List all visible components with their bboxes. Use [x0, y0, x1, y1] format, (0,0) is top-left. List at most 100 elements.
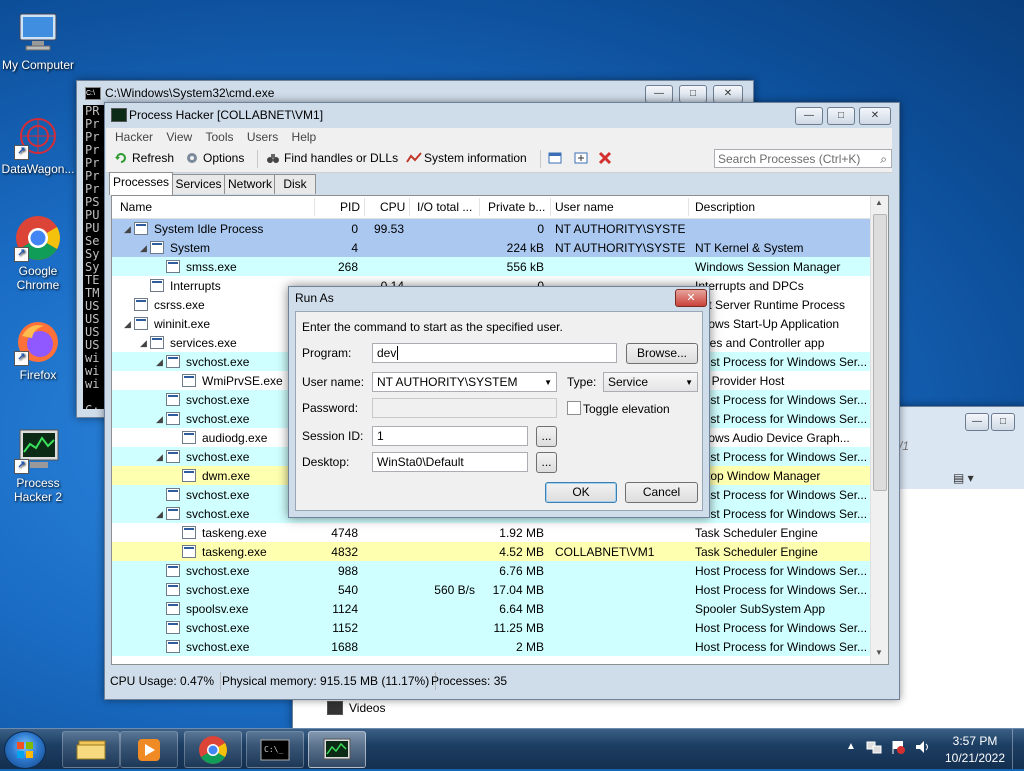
column-name[interactable]: Name	[120, 200, 152, 214]
expand-arrow-icon[interactable]: ◢	[156, 452, 163, 463]
taskbar-cmd[interactable]: C:\_	[246, 731, 304, 768]
table-row[interactable]: svchost.exe 1152 11.25 MB Host Process for …	[112, 618, 870, 637]
column-pid[interactable]: PID	[340, 200, 360, 214]
maximize-button[interactable]: □	[991, 413, 1015, 431]
program-input[interactable]: dev	[372, 343, 617, 363]
table-row[interactable]: svchost.exe 540 560 B/s 17.04 MB Host Proces…	[112, 580, 870, 599]
column-private-bytes[interactable]: Private b...	[488, 200, 545, 214]
tab-disk[interactable]: Disk	[274, 174, 316, 194]
menu-tools[interactable]: Tools	[201, 128, 239, 146]
desktop-icon-datawagon[interactable]: ↗ DataWagon...	[0, 112, 76, 176]
expand-arrow-icon[interactable]: ◢	[156, 414, 163, 425]
table-row[interactable]: taskeng.exe 4748 1.92 MB Task Scheduler Eng…	[112, 523, 870, 542]
taskbar-explorer[interactable]	[62, 731, 120, 768]
view-options-icon[interactable]: ▤ ▾	[953, 471, 974, 485]
session-id-input[interactable]: 1	[372, 426, 528, 446]
show-desktop-button[interactable]	[1012, 729, 1024, 769]
desktop-input[interactable]: WinSta0\Default	[372, 452, 528, 472]
ph-titlebar[interactable]: Process Hacker [COLLABNET\VM1] — □ ✕	[105, 103, 899, 127]
expand-arrow-icon[interactable]: ◢	[124, 319, 131, 330]
taskbar-media-player[interactable]	[120, 731, 178, 768]
scrollbar-thumb[interactable]	[873, 214, 887, 491]
tab-network[interactable]: Network	[224, 174, 276, 194]
chevron-down-icon[interactable]: ▼	[544, 374, 552, 391]
chevron-down-icon[interactable]: ▼	[685, 374, 693, 391]
system-information-button[interactable]: System information	[406, 151, 527, 165]
cancel-button[interactable]: Cancel	[625, 482, 698, 503]
find-handles-button[interactable]: Find handles or DLLs	[266, 151, 398, 165]
expand-arrow-icon[interactable]: ◢	[156, 357, 163, 368]
table-row[interactable]: smss.exe 268 556 kB Windows Session Manager	[112, 257, 870, 276]
minimize-button[interactable]: —	[965, 413, 989, 431]
table-row[interactable]: spoolsv.exe 1124 6.64 MB Spooler SubSystem …	[112, 599, 870, 618]
table-row[interactable]: taskeng.exe 4832 4.52 MB COLLABNET\VM1 Task …	[112, 542, 870, 561]
browse-button[interactable]: Browse...	[626, 343, 698, 364]
computer-icon	[14, 8, 62, 56]
minimize-button[interactable]: —	[645, 85, 673, 103]
column-separator	[364, 198, 365, 216]
tab-processes[interactable]: Processes	[109, 172, 173, 195]
vertical-scrollbar[interactable]: ▲ ▼	[870, 196, 888, 664]
clock-time[interactable]: 3:57 PM	[950, 734, 1000, 748]
minimize-button[interactable]: —	[795, 107, 823, 125]
desktop-browse-button[interactable]: ...	[536, 452, 557, 473]
search-processes-input[interactable]: Search Processes (Ctrl+K) ⌕	[714, 149, 892, 168]
start-button[interactable]	[4, 731, 46, 769]
desktop-icon-chrome[interactable]: ↗ Google Chrome	[0, 214, 76, 292]
process-user: NT AUTHORITY\SYSTEM	[555, 241, 685, 255]
window-icon-button[interactable]	[548, 151, 562, 165]
ok-button[interactable]: OK	[545, 482, 617, 503]
desktop-icon-process-hacker[interactable]: ↗ Process Hacker 2	[0, 426, 76, 504]
menu-users[interactable]: Users	[242, 128, 283, 146]
desktop-icon-firefox[interactable]: ↗ Firefox	[0, 318, 76, 382]
process-description: Task Scheduler Engine	[695, 526, 818, 540]
table-row[interactable]: svchost.exe 1688 2 MB Host Process for Wind…	[112, 637, 870, 656]
refresh-button[interactable]: Refresh	[114, 151, 174, 165]
network-icon[interactable]	[866, 739, 882, 758]
expand-arrow-icon[interactable]: ◢	[156, 509, 163, 520]
show-hidden-icons[interactable]: ▲	[846, 741, 856, 752]
taskbar-chrome[interactable]	[184, 731, 242, 768]
clock-date[interactable]: 10/21/2022	[942, 751, 1008, 765]
process-pid: 1152	[332, 621, 358, 635]
tab-services[interactable]: Services	[171, 174, 226, 194]
table-row[interactable]: svchost.exe 988 6.76 MB Host Process for Wi…	[112, 561, 870, 580]
expand-arrow-icon[interactable]: ◢	[140, 243, 147, 254]
volume-icon[interactable]	[914, 739, 930, 758]
menu-help[interactable]: Help	[287, 128, 322, 146]
find-window-button[interactable]	[574, 151, 588, 165]
table-row[interactable]: ◢ System 4 224 kB NT AUTHORITY\SYSTEM NT Kern…	[112, 238, 870, 257]
dialog-close-button[interactable]: ✕	[675, 289, 707, 307]
process-icon	[134, 317, 148, 330]
menu-view[interactable]: View	[161, 128, 197, 146]
toggle-elevation-checkbox[interactable]	[567, 401, 581, 415]
username-combobox[interactable]: NT AUTHORITY\SYSTEM ▼	[372, 372, 557, 392]
column-description[interactable]: Description	[695, 200, 755, 214]
type-select[interactable]: Service ▼	[603, 372, 698, 392]
close-button[interactable]: ✕	[713, 85, 743, 103]
expand-arrow-icon[interactable]: ◢	[124, 224, 131, 235]
process-icon	[182, 431, 196, 444]
table-row[interactable]: ◢ System Idle Process 0 99.53 0 NT AUTHORITY\…	[112, 219, 870, 238]
column-user-name[interactable]: User name	[555, 200, 614, 214]
search-icon[interactable]: ⌕	[880, 150, 887, 169]
scroll-up-icon[interactable]: ▲	[875, 198, 883, 207]
run-as-dialog[interactable]: Run As ✕ Enter the command to start as t…	[288, 286, 710, 518]
process-name: WmiPrvSE.exe	[202, 374, 283, 388]
terminate-button[interactable]	[598, 151, 612, 165]
maximize-button[interactable]: □	[827, 107, 855, 125]
maximize-button[interactable]: □	[679, 85, 707, 103]
column-cpu[interactable]: CPU	[380, 200, 405, 214]
scroll-down-icon[interactable]: ▼	[875, 648, 883, 657]
options-button[interactable]: Options	[185, 151, 244, 165]
toggle-elevation-label[interactable]: Toggle elevation	[583, 402, 670, 416]
action-center-flag-icon[interactable]	[890, 739, 906, 758]
nav-item-videos[interactable]: Videos	[327, 701, 385, 715]
desktop-icon-my-computer[interactable]: My Computer	[0, 8, 76, 72]
column-io-total[interactable]: I/O total ...	[417, 200, 472, 214]
taskbar-process-hacker[interactable]	[308, 731, 366, 768]
expand-arrow-icon[interactable]: ◢	[140, 338, 147, 349]
close-button[interactable]: ✕	[859, 107, 891, 125]
session-browse-button[interactable]: ...	[536, 426, 557, 447]
menu-hacker[interactable]: Hacker	[110, 128, 158, 146]
